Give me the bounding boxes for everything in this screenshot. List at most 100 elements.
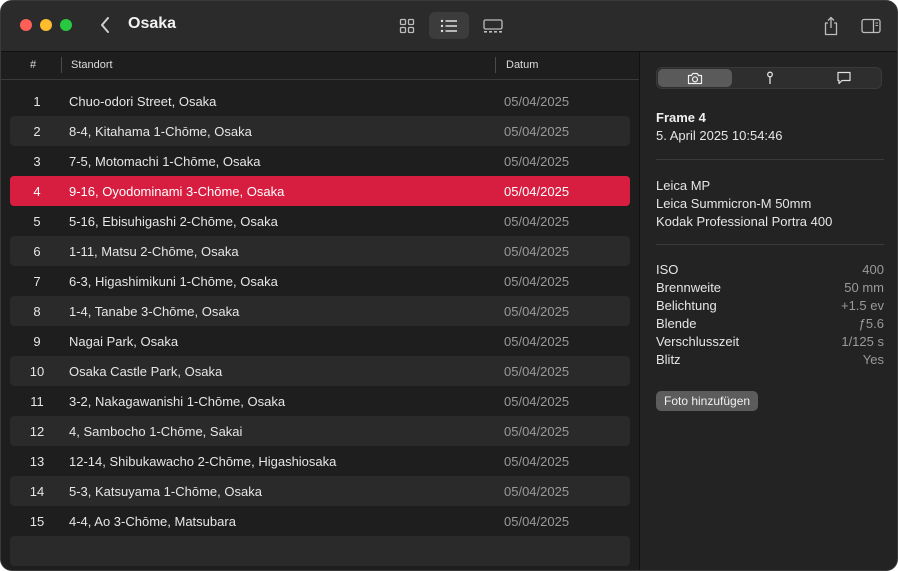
column-number-header[interactable]: # <box>30 59 36 71</box>
table-row[interactable]: 11 3-2, Nakagawanishi 1-Chōme, Osaka 05/04… <box>10 386 630 416</box>
inspector-panel: Frame 4 5. April 2025 10:54:46 Leica MP … <box>640 52 897 570</box>
table-row[interactable]: 3 7-5, Motomachi 1-Chōme, Osaka 05/04/2025 <box>10 146 630 176</box>
property-label: ISO <box>656 262 679 277</box>
row-location: 9-16, Oyodominami 3-Chōme, Osaka <box>69 184 285 199</box>
row-location: 4, Sambocho 1-Chōme, Sakai <box>69 424 243 439</box>
table-row[interactable]: 15 4-4, Ao 3-Chōme, Matsubara 05/04/2025 <box>10 506 630 536</box>
row-location: 4-4, Ao 3-Chōme, Matsubara <box>69 514 236 529</box>
property-focal-length: Brennweite 50 mm <box>656 280 884 298</box>
table-row[interactable]: 4 9-16, Oyodominami 3-Chōme, Osaka 05/04/2… <box>10 176 630 206</box>
property-value: 1/125 s <box>841 334 884 349</box>
column-divider[interactable] <box>495 57 496 73</box>
row-date: 05/04/2025 <box>504 184 570 199</box>
empty-row <box>10 536 630 566</box>
row-number: 8 <box>33 304 41 319</box>
sidebar-right-icon <box>861 18 881 33</box>
row-number: 9 <box>33 334 41 349</box>
toggle-inspector-button[interactable] <box>857 12 885 39</box>
window-title: Osaka <box>128 15 177 32</box>
row-number: 2 <box>33 124 41 139</box>
property-exposure: Belichtung +1.5 ev <box>656 298 884 316</box>
add-photo-button[interactable]: Foto hinzufügen <box>656 391 759 411</box>
row-number: 14 <box>29 484 45 499</box>
minimize-window-button[interactable] <box>40 19 52 31</box>
property-label: Brennweite <box>656 280 722 295</box>
row-location: Osaka Castle Park, Osaka <box>69 364 223 379</box>
property-label: Belichtung <box>656 298 717 313</box>
row-number: 11 <box>30 394 44 409</box>
column-location-header[interactable]: Standort <box>71 59 113 71</box>
lens-name: Leica Summicron-M 50mm <box>656 196 812 211</box>
table-row[interactable]: 10 Osaka Castle Park, Osaka 05/04/2025 <box>10 356 630 386</box>
row-date: 05/04/2025 <box>504 94 570 109</box>
row-number: 10 <box>29 364 45 379</box>
camera-icon <box>687 72 703 84</box>
row-location: 12-14, Shibukawacho 2-Chōme, Higashiosak… <box>69 454 337 469</box>
property-aperture: Blende ƒ5.6 <box>656 316 884 334</box>
table-row[interactable]: 9 Nagai Park, Osaka 05/04/2025 <box>10 326 630 356</box>
row-date: 05/04/2025 <box>504 484 570 499</box>
property-flash: Blitz Yes <box>656 352 884 370</box>
grid-view-button[interactable] <box>387 12 427 39</box>
column-divider[interactable] <box>61 57 62 73</box>
frame-datetime: 5. April 2025 10:54:46 <box>656 128 783 143</box>
tab-notes[interactable] <box>807 69 881 87</box>
list-view-button[interactable] <box>429 12 469 39</box>
property-label: Verschlusszeit <box>656 334 740 349</box>
table-body: 1 Chuo-odori Street, Osaka 05/04/2025 2 8-4,… <box>10 86 630 566</box>
tab-location[interactable] <box>733 69 807 87</box>
row-date: 05/04/2025 <box>504 334 570 349</box>
row-number: 3 <box>33 154 41 169</box>
row-date: 05/04/2025 <box>504 514 570 529</box>
separator <box>656 159 884 160</box>
property-label: Blende <box>656 316 697 331</box>
row-number: 12 <box>29 424 45 439</box>
row-date: 05/04/2025 <box>504 304 570 319</box>
comment-icon <box>837 71 851 85</box>
table-row[interactable]: 13 12-14, Shibukawacho 2-Chōme, Higashios… <box>10 446 630 476</box>
table-row[interactable]: 14 5-3, Katsuyama 1-Chōme, Osaka 05/04/202… <box>10 476 630 506</box>
frame-list: # Standort Datum 1 Chuo-odori Street, Osa… <box>1 52 639 570</box>
table-row[interactable]: 5 5-16, Ebisuhigashi 2-Chōme, Osaka 05/04/… <box>10 206 630 236</box>
table-row[interactable]: 8 1-4, Tanabe 3-Chōme, Osaka 05/04/2025 <box>10 296 630 326</box>
row-date: 05/04/2025 <box>504 244 570 259</box>
row-date: 05/04/2025 <box>504 124 570 139</box>
zoom-window-button[interactable] <box>60 19 72 31</box>
frame-title: Frame 4 <box>656 110 706 125</box>
row-number: 15 <box>29 514 45 529</box>
row-location: 5-16, Ebisuhigashi 2-Chōme, Osaka <box>69 214 278 229</box>
table-row[interactable]: 2 8-4, Kitahama 1-Chōme, Osaka 05/04/2025 <box>10 116 630 146</box>
row-date: 05/04/2025 <box>504 364 570 379</box>
row-date: 05/04/2025 <box>504 214 570 229</box>
row-location: 3-2, Nakagawanishi 1-Chōme, Osaka <box>69 394 286 409</box>
table-row[interactable]: 1 Chuo-odori Street, Osaka 05/04/2025 <box>10 86 630 116</box>
property-iso: ISO 400 <box>656 262 884 280</box>
film-name: Kodak Professional Portra 400 <box>656 214 833 229</box>
column-date-header[interactable]: Datum <box>506 59 538 71</box>
row-location: 8-4, Kitahama 1-Chōme, Osaka <box>69 124 252 139</box>
back-button[interactable] <box>93 13 117 37</box>
row-date: 05/04/2025 <box>504 454 570 469</box>
row-date: 05/04/2025 <box>504 424 570 439</box>
row-location: Chuo-odori Street, Osaka <box>69 94 217 109</box>
table-row[interactable]: 12 4, Sambocho 1-Chōme, Sakai 05/04/2025 <box>10 416 630 446</box>
row-date: 05/04/2025 <box>504 154 570 169</box>
property-value: ƒ5.6 <box>858 316 884 331</box>
row-date: 05/04/2025 <box>504 394 570 409</box>
row-location: 6-3, Higashimikuni 1-Chōme, Osaka <box>69 274 278 289</box>
chevron-left-icon <box>101 17 109 33</box>
share-button[interactable] <box>817 12 845 39</box>
gallery-view-button[interactable] <box>473 12 513 39</box>
row-number: 1 <box>33 94 41 109</box>
tab-photo[interactable] <box>658 69 732 87</box>
close-window-button[interactable] <box>20 19 32 31</box>
property-shutter-speed: Verschlusszeit 1/125 s <box>656 334 884 352</box>
row-location: 7-5, Motomachi 1-Chōme, Osaka <box>69 154 261 169</box>
row-number: 4 <box>33 184 41 199</box>
table-row[interactable]: 6 1-11, Matsu 2-Chōme, Osaka 05/04/2025 <box>10 236 630 266</box>
app-window: Osaka # Standort Datum 1 Chuo-odori Stre… <box>0 0 898 571</box>
property-value: Yes <box>862 352 884 367</box>
gallery-icon <box>483 18 503 33</box>
table-row[interactable]: 7 6-3, Higashimikuni 1-Chōme, Osaka 05/04/… <box>10 266 630 296</box>
list-icon <box>440 19 457 32</box>
